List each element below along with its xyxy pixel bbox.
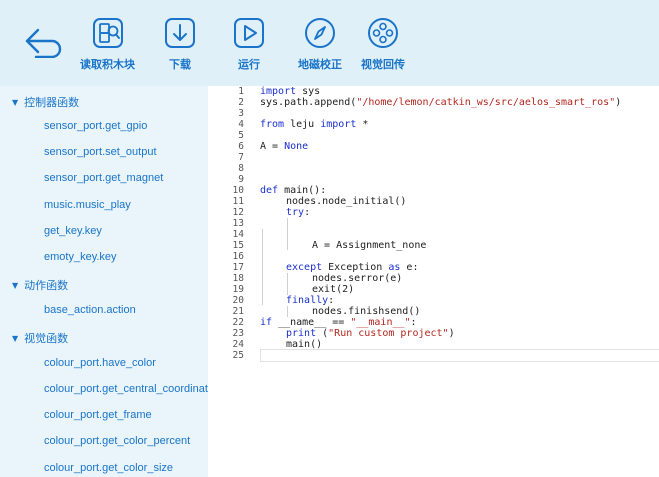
function-sidebar: ▼ 控制器函数 sensor_port.get_gpio sensor_port.… — [0, 86, 208, 477]
function-item[interactable]: sensor_port.get_magnet — [44, 172, 163, 184]
code-line: if __name__ == "__main__": — [260, 317, 417, 328]
read-blocks-label: 读取积木块 — [80, 58, 135, 71]
code-line: print ("Run custom project") — [286, 328, 455, 339]
function-item[interactable]: sensor_port.set_output — [44, 146, 157, 158]
code-line: sys.path.append("/home/lemon/catkin_ws/s… — [260, 97, 622, 108]
line-number: 11 — [232, 196, 244, 207]
caret-down-icon: ▼ — [12, 281, 19, 290]
code-line: finally: — [286, 295, 335, 306]
line-number-gutter: 1 2 3 4 5 6 7 8 9 10 11 12 13 14 15 16 1… — [208, 86, 244, 477]
line-number: 16 — [232, 251, 244, 262]
line-number: 7 — [238, 152, 244, 163]
download-icon — [165, 18, 195, 48]
code-line: import sys — [260, 86, 321, 97]
line-number: 12 — [232, 207, 244, 218]
code-line: nodes.serror(e) — [312, 273, 403, 284]
line-number: 1 — [238, 86, 244, 97]
indent-guide — [287, 306, 288, 317]
line-number: 23 — [232, 328, 244, 339]
line-number: 14 — [232, 229, 244, 240]
video-feedback-label: 视觉回传 — [361, 58, 405, 71]
line-number: 22 — [232, 317, 244, 328]
line-number: 19 — [232, 284, 244, 295]
line-number: 6 — [238, 141, 244, 152]
category-label: 动作函数 — [24, 279, 69, 292]
category-action[interactable]: ▼ 动作函数 — [12, 277, 68, 293]
caret-down-icon: ▼ — [12, 98, 19, 107]
code-line: main() — [286, 339, 323, 350]
back-arrow-icon[interactable] — [22, 26, 66, 58]
line-number: 13 — [232, 218, 244, 229]
code-editor[interactable]: 1 2 3 4 5 6 7 8 9 10 11 12 13 14 15 16 1… — [208, 86, 659, 477]
code-line: except Exception as e: — [286, 262, 419, 273]
function-item[interactable]: music.music_play — [44, 199, 131, 211]
line-number: 25 — [232, 350, 244, 361]
function-item[interactable]: colour_port.get_color_percent — [44, 435, 190, 447]
geomagnetic-label: 地磁校正 — [298, 58, 342, 71]
line-number: 4 — [238, 119, 244, 130]
run-button[interactable]: 运行 — [232, 16, 266, 72]
category-controller[interactable]: ▼ 控制器函数 — [12, 94, 79, 110]
video-feedback-button[interactable]: 视觉回传 — [361, 16, 405, 72]
read-blocks-icon — [92, 18, 123, 48]
function-item[interactable]: sensor_port.get_gpio — [44, 120, 147, 132]
run-label: 运行 — [238, 58, 260, 71]
download-label: 下载 — [169, 58, 191, 71]
geomagnetic-calibration-button[interactable]: 地磁校正 — [298, 16, 342, 72]
category-label: 视觉函数 — [24, 332, 69, 345]
line-number: 3 — [238, 108, 244, 119]
line-number: 2 — [238, 97, 244, 108]
code-line: def main(): — [260, 185, 327, 196]
function-item[interactable]: colour_port.get_color_size — [44, 462, 173, 474]
line-number: 15 — [232, 240, 244, 251]
code-line: exit(2) — [312, 284, 355, 295]
function-item[interactable]: base_action.action — [44, 304, 136, 316]
code-line: nodes.finishsend() — [312, 306, 421, 317]
line-number: 20 — [232, 295, 244, 306]
category-vision[interactable]: ▼ 视觉函数 — [12, 330, 68, 346]
active-line-highlight — [260, 349, 659, 362]
read-blocks-button[interactable]: 读取积木块 — [80, 16, 135, 72]
code-line: A = None — [260, 141, 309, 152]
download-button[interactable]: 下载 — [163, 16, 197, 72]
indent-guide — [262, 229, 263, 305]
function-item[interactable]: colour_port.have_color — [44, 357, 156, 369]
code-line: A = Assignment_none — [312, 240, 427, 251]
line-number: 8 — [238, 163, 244, 174]
toolbar: 读取积木块 下载 运行 地磁校正 视觉回传 — [0, 0, 659, 86]
caret-down-icon: ▼ — [12, 334, 19, 343]
code-line: from leju import * — [260, 119, 369, 130]
category-label: 控制器函数 — [24, 96, 80, 109]
indent-guide — [287, 218, 288, 250]
line-number: 24 — [232, 339, 244, 350]
line-number: 5 — [238, 130, 244, 141]
code-line: try: — [286, 207, 311, 218]
function-item[interactable]: emoty_key.key — [44, 251, 117, 263]
line-number: 21 — [232, 306, 244, 317]
play-icon — [234, 18, 264, 48]
line-number: 9 — [238, 174, 244, 185]
code-line: nodes.node_initial() — [286, 196, 407, 207]
line-number: 10 — [232, 185, 244, 196]
line-number: 17 — [232, 262, 244, 273]
function-item[interactable]: colour_port.get_frame — [44, 409, 152, 421]
function-item[interactable]: get_key.key — [44, 225, 102, 237]
indent-guide — [287, 273, 288, 295]
film-reel-icon — [368, 18, 398, 48]
line-number: 18 — [232, 273, 244, 284]
compass-icon — [305, 18, 335, 48]
function-item[interactable]: colour_port.get_central_coordinat — [44, 383, 208, 395]
